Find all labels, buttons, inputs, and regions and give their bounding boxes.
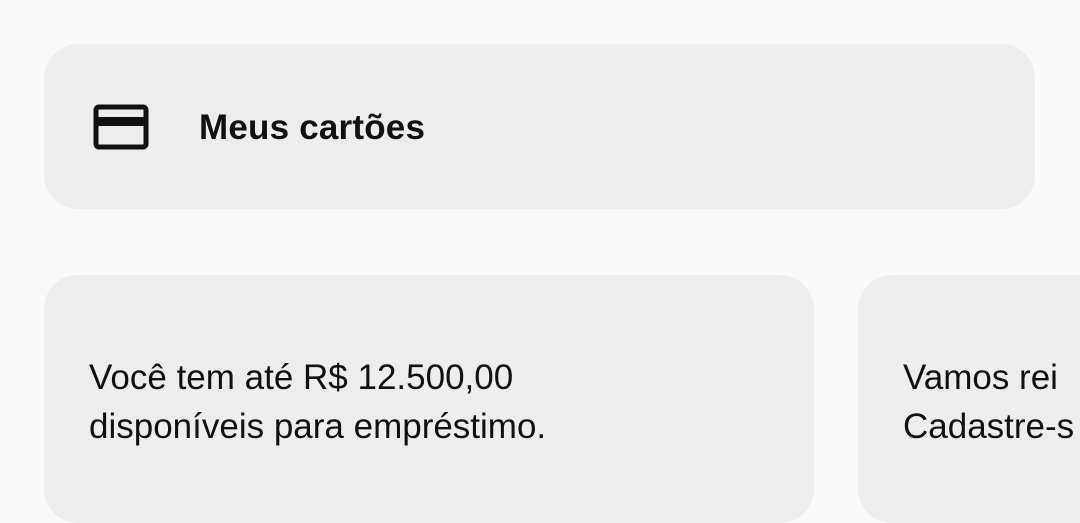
loan-offer-card[interactable]: Você tem até R$ 12.500,00 disponíveis pa… (44, 275, 814, 523)
screen: Meus cartões Você tem até R$ 12.500,00 d… (0, 0, 1080, 523)
credit-card-icon (93, 104, 149, 150)
loan-offer-line-2: disponíveis para empréstimo. (89, 407, 547, 446)
register-card-text: Vamos rei Cadastre-s (903, 353, 1074, 451)
loan-offer-text: Você tem até R$ 12.500,00 disponíveis pa… (89, 353, 546, 451)
loan-offer-line-1: Você tem até R$ 12.500,00 (89, 358, 514, 397)
register-card-line-1: Vamos rei (903, 358, 1058, 397)
register-card[interactable]: Vamos rei Cadastre-s (858, 275, 1080, 523)
my-cards-label: Meus cartões (199, 108, 426, 147)
register-card-line-2: Cadastre-s (903, 407, 1075, 446)
my-cards-button[interactable] (44, 44, 1035, 209)
